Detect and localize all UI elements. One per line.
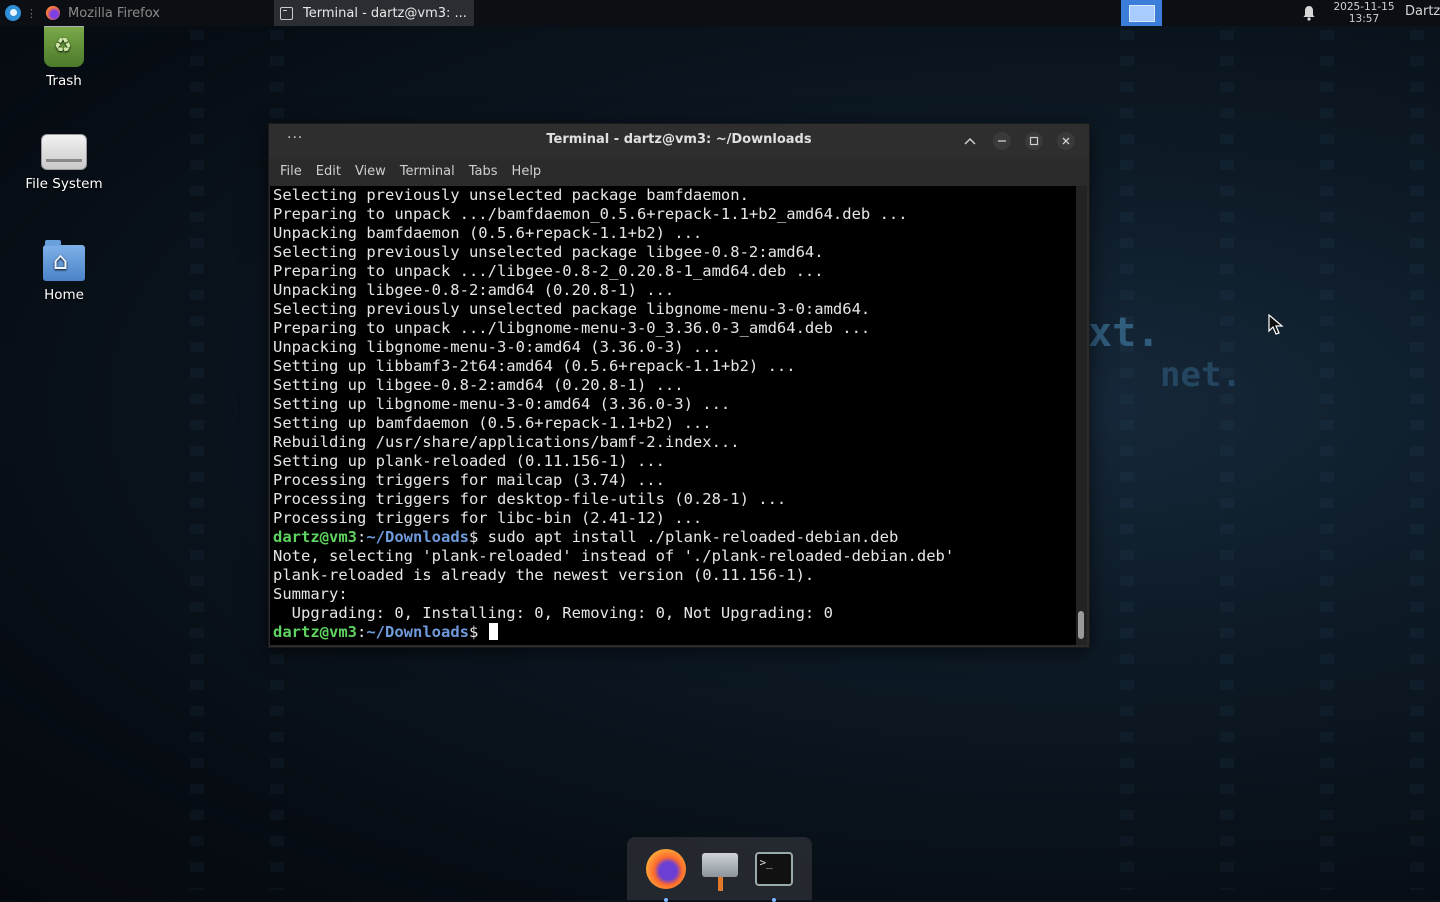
taskbar-item-label: Mozilla Firefox bbox=[68, 5, 160, 21]
terminal-output[interactable]: Selecting previously unselected package … bbox=[270, 186, 1076, 645]
menu-file[interactable]: File bbox=[273, 164, 309, 179]
menu-terminal[interactable]: Terminal bbox=[393, 164, 462, 179]
output-line: Setting up libbamf3-2t64:amd64 (0.5.6+re… bbox=[273, 357, 796, 375]
wallpaper-stream bbox=[190, 30, 204, 890]
output-line: Unpacking libgee-0.8-2:amd64 (0.20.8-1) … bbox=[273, 281, 675, 299]
desktop-icon-label: Trash bbox=[46, 73, 82, 89]
shade-button[interactable] bbox=[961, 132, 979, 150]
prompt-user: dartz@vm3 bbox=[273, 528, 357, 546]
desktop-icon-trash[interactable]: Trash bbox=[9, 22, 119, 89]
taskbar-item-firefox[interactable]: Mozilla Firefox bbox=[40, 0, 270, 26]
prompt-sigil: $ bbox=[469, 528, 479, 546]
output-line: Rebuilding /usr/share/applications/bamf-… bbox=[273, 433, 740, 451]
maximize-icon bbox=[1029, 136, 1039, 146]
window-titlebar[interactable]: ··· Terminal - dartz@vm3: ~/Downloads bbox=[269, 124, 1089, 157]
output-line: Unpacking libgnome-menu-3-0:amd64 (3.36.… bbox=[273, 338, 721, 356]
output-line: Setting up bamfdaemon (0.5.6+repack-1.1+… bbox=[273, 414, 712, 432]
terminal-window[interactable]: ··· Terminal - dartz@vm3: ~/Downloads Fi… bbox=[268, 123, 1090, 648]
wallpaper-stream bbox=[1120, 30, 1134, 890]
trash-icon bbox=[44, 22, 84, 67]
clock-date: 2025-11-15 bbox=[1333, 1, 1395, 13]
output-line: Processing triggers for mailcap (3.74) .… bbox=[273, 471, 665, 489]
wallpaper-stream bbox=[1320, 30, 1334, 890]
desktop-icon-label: File System bbox=[25, 176, 103, 192]
mouse-pointer-icon bbox=[1268, 314, 1284, 335]
close-button[interactable] bbox=[1057, 132, 1075, 150]
taskbar-item-label: Terminal - dartz@vm3: ... bbox=[303, 5, 467, 21]
taskbar-item-terminal[interactable]: Terminal - dartz@vm3: ... bbox=[274, 0, 474, 26]
menu-edit[interactable]: Edit bbox=[309, 164, 348, 179]
prompt-separator: : bbox=[357, 528, 367, 546]
prompt-separator: : bbox=[357, 623, 367, 641]
output-line: Note, selecting 'plank-reloaded' instead… bbox=[273, 547, 955, 565]
desktop-icon-filesystem[interactable]: File System bbox=[9, 134, 119, 192]
chevron-up-icon bbox=[964, 137, 976, 145]
top-panel: ⋮ Mozilla Firefox Terminal - dartz@vm3: … bbox=[0, 0, 1440, 26]
scrollbar-thumb[interactable] bbox=[1078, 611, 1084, 639]
output-line: Summary: bbox=[273, 585, 348, 603]
firefox-icon bbox=[46, 6, 60, 20]
firefox-icon bbox=[645, 848, 686, 889]
home-folder-icon bbox=[43, 240, 85, 281]
text-cursor bbox=[488, 623, 498, 640]
menu-view[interactable]: View bbox=[348, 164, 393, 179]
notification-bell-icon[interactable] bbox=[1302, 5, 1316, 25]
workspace-switcher[interactable] bbox=[1121, 0, 1162, 26]
plank-dock: >_ bbox=[627, 837, 812, 902]
dock-item-firefox[interactable] bbox=[645, 848, 686, 902]
wallpaper-text: net. bbox=[1160, 355, 1242, 395]
terminal-scrollbar[interactable] bbox=[1076, 186, 1087, 645]
output-line: Selecting previously unselected package … bbox=[273, 300, 871, 318]
command-text: sudo apt install ./plank-reloaded-debian… bbox=[478, 528, 899, 546]
output-line: Selecting previously unselected package … bbox=[273, 186, 749, 204]
output-line: Preparing to unpack .../bamfdaemon_0.5.6… bbox=[273, 205, 908, 223]
panel-clock[interactable]: 2025-11-15 13:57 bbox=[1330, 1, 1398, 25]
output-line: Setting up libgee-0.8-2:amd64 (0.20.8-1)… bbox=[273, 376, 684, 394]
workspace-1[interactable] bbox=[1128, 4, 1155, 22]
panel-separator: ⋮ bbox=[26, 6, 37, 20]
clock-time: 13:57 bbox=[1348, 13, 1380, 25]
output-line: Processing triggers for desktop-file-uti… bbox=[273, 490, 787, 508]
menu-tabs[interactable]: Tabs bbox=[462, 164, 505, 179]
prompt-sigil: $ bbox=[469, 623, 479, 641]
wallpaper-text: xt. bbox=[1088, 310, 1161, 356]
wallpaper-stream bbox=[1220, 30, 1234, 890]
whisker-menu-icon[interactable] bbox=[5, 5, 21, 21]
output-line: Preparing to unpack .../libgnome-menu-3-… bbox=[273, 319, 871, 337]
menu-bar: File Edit View Terminal Tabs Help bbox=[269, 157, 1089, 186]
output-line: Selecting previously unselected package … bbox=[273, 243, 824, 261]
prompt-path: ~/Downloads bbox=[366, 528, 469, 546]
output-line: plank-reloaded is already the newest ver… bbox=[273, 566, 815, 584]
minimize-icon bbox=[998, 140, 1006, 142]
user-menu[interactable]: Dartz bbox=[1405, 4, 1440, 19]
terminal-text: Selecting previously unselected package … bbox=[270, 186, 1076, 642]
desktop-icon-home[interactable]: Home bbox=[9, 240, 119, 303]
output-line: Upgrading: 0, Installing: 0, Removing: 0… bbox=[273, 604, 833, 622]
terminal-icon: >_ bbox=[754, 851, 793, 886]
output-line: Setting up libgnome-menu-3-0:amd64 (3.36… bbox=[273, 395, 731, 413]
output-line: Preparing to unpack .../libgee-0.8-2_0.2… bbox=[273, 262, 824, 280]
dock-item-terminal[interactable]: >_ bbox=[754, 849, 794, 902]
menu-help[interactable]: Help bbox=[505, 164, 549, 179]
output-line: Unpacking bamfdaemon (0.5.6+repack-1.1+b… bbox=[273, 224, 703, 242]
drive-icon bbox=[41, 134, 87, 170]
prompt-user: dartz@vm3 bbox=[273, 623, 357, 641]
close-icon bbox=[1062, 137, 1070, 145]
terminal-icon bbox=[280, 6, 293, 20]
output-line: Processing triggers for libc-bin (2.41-1… bbox=[273, 509, 703, 527]
maximize-button[interactable] bbox=[1025, 132, 1043, 150]
output-line: Setting up plank-reloaded (0.11.156-1) .… bbox=[273, 452, 665, 470]
prompt-path: ~/Downloads bbox=[366, 623, 469, 641]
desktop-icon-label: Home bbox=[44, 287, 84, 303]
wallpaper-stream bbox=[1410, 30, 1424, 890]
plank-icon bbox=[701, 852, 738, 891]
minimize-button[interactable] bbox=[993, 132, 1011, 150]
dock-item-plank[interactable] bbox=[700, 849, 740, 891]
